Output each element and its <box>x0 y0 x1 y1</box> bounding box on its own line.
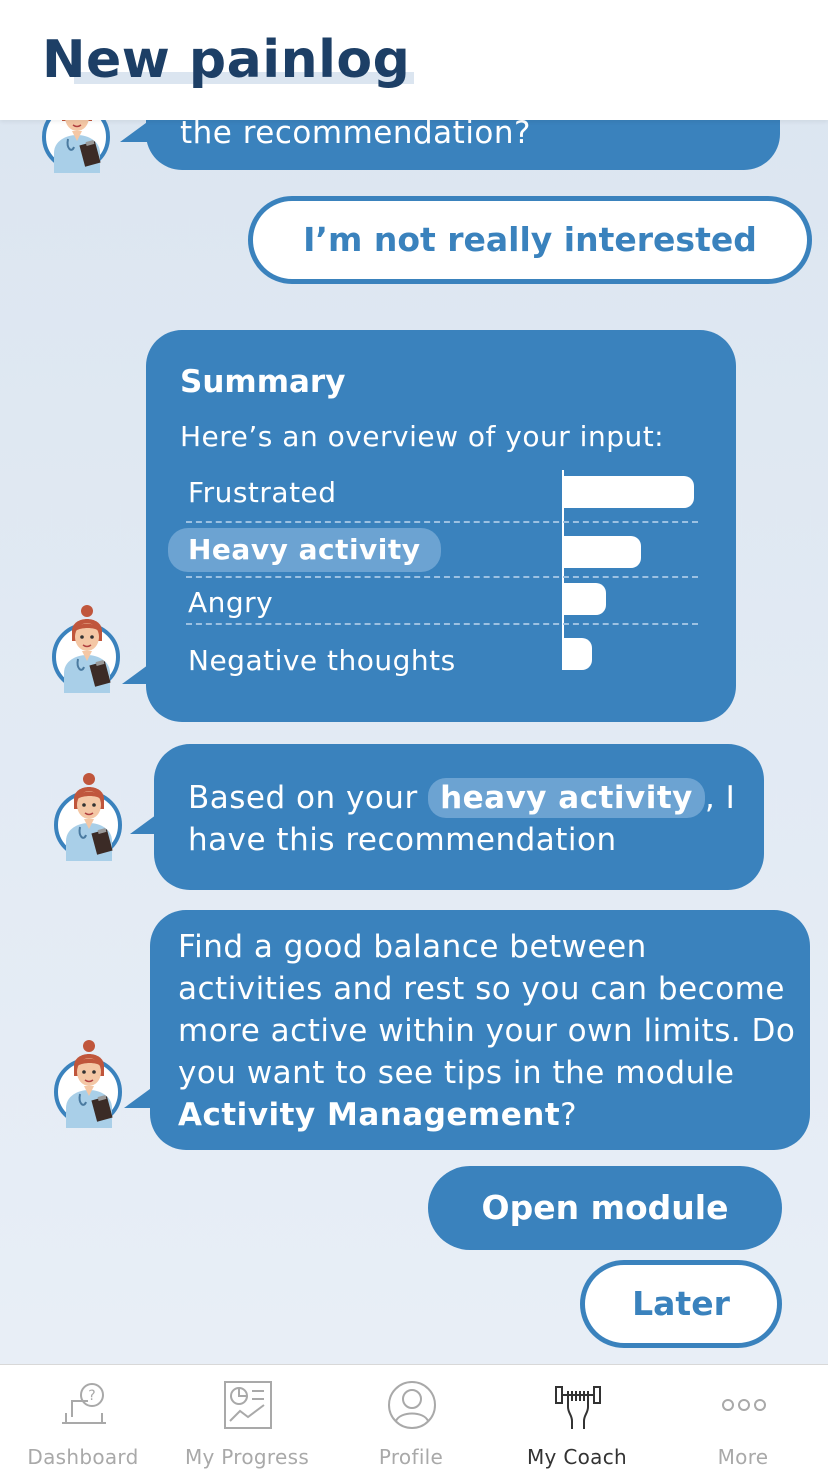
nav-label: My Coach <box>527 1445 627 1469</box>
recommendation-text: Find a good balance between activities a… <box>178 926 798 1136</box>
summary-bubble: Summary Here’s an overview of your input… <box>146 330 736 722</box>
message-line-2: have this recommendation <box>188 822 617 858</box>
open-module-label: Open module <box>481 1188 729 1227</box>
summary-bar <box>562 536 641 568</box>
svg-text:?: ? <box>88 1388 95 1404</box>
coach-dumbbell-icon <box>555 1386 601 1429</box>
summary-divider <box>186 576 698 578</box>
coach-avatar-icon <box>63 604 112 693</box>
summary-title: Summary <box>180 364 346 400</box>
message-suffix: , I <box>704 780 736 816</box>
summary-subtitle: Here’s an overview of your input: <box>180 420 665 453</box>
coach-message-bubble: Based on your heavy activity, I have thi… <box>154 744 764 890</box>
coach-avatar-icon <box>53 120 102 173</box>
nav-label: Dashboard <box>27 1445 139 1469</box>
dashboard-question-icon: ? <box>62 1383 106 1424</box>
nav-item-dashboard[interactable]: ? Dashboard <box>0 1365 166 1472</box>
app-header: New painlog <box>0 0 828 120</box>
nav-item-more[interactable]: More <box>660 1365 826 1472</box>
nav-item-my-progress[interactable]: My Progress <box>164 1365 330 1472</box>
coach-message-text: Based on your heavy activity, I have thi… <box>188 777 748 861</box>
summary-row-label-highlighted: Heavy activity <box>168 528 441 572</box>
progress-report-icon <box>224 1381 272 1429</box>
nav-label: More <box>717 1445 769 1469</box>
summary-bar <box>562 476 694 508</box>
summary-row-label: Negative thoughts <box>188 644 456 677</box>
coach-avatar <box>54 772 122 861</box>
coach-avatar-icon <box>65 772 114 861</box>
nav-label: Profile <box>378 1445 444 1469</box>
coach-message-bubble: the recommendation? <box>146 120 780 170</box>
recommendation-body: Find a good balance between activities a… <box>178 929 796 1091</box>
open-module-button[interactable]: Open module <box>428 1166 782 1250</box>
summary-row-label: Angry <box>188 586 274 619</box>
coach-message-text: the recommendation? <box>180 120 531 151</box>
later-button[interactable]: Later <box>580 1260 782 1348</box>
coach-avatar <box>42 120 110 173</box>
nav-item-my-coach[interactable]: My Coach <box>494 1365 660 1472</box>
user-reply-bubble: I’m not really interested <box>248 196 812 284</box>
user-reply-text: I’m not really interested <box>303 220 757 259</box>
recommendation-bubble: Find a good balance between activities a… <box>150 910 810 1150</box>
profile-person-icon <box>388 1381 436 1429</box>
recommendation-end: ? <box>560 1097 578 1133</box>
summary-bar <box>562 638 592 670</box>
nav-item-profile[interactable]: Profile <box>328 1365 494 1472</box>
coach-avatar <box>54 1039 122 1128</box>
coach-avatar <box>52 604 120 693</box>
more-dots-icon <box>722 1399 766 1411</box>
bottom-nav: ? Dashboard My Progress Profile My Coach <box>0 1364 828 1472</box>
summary-divider <box>186 521 698 523</box>
page-title: New painlog <box>42 30 411 90</box>
coach-avatar-icon <box>65 1039 114 1128</box>
summary-row-label: Frustrated <box>188 476 337 509</box>
summary-divider <box>186 623 698 625</box>
chat-thread[interactable]: the recommendation? I’m not really inter… <box>0 120 828 1364</box>
nav-label: My Progress <box>184 1445 310 1469</box>
summary-bar <box>562 583 606 615</box>
module-name: Activity Management <box>178 1097 561 1133</box>
activity-chip: heavy activity <box>428 778 705 818</box>
later-label: Later <box>632 1284 730 1323</box>
message-prefix: Based on your <box>188 780 418 816</box>
